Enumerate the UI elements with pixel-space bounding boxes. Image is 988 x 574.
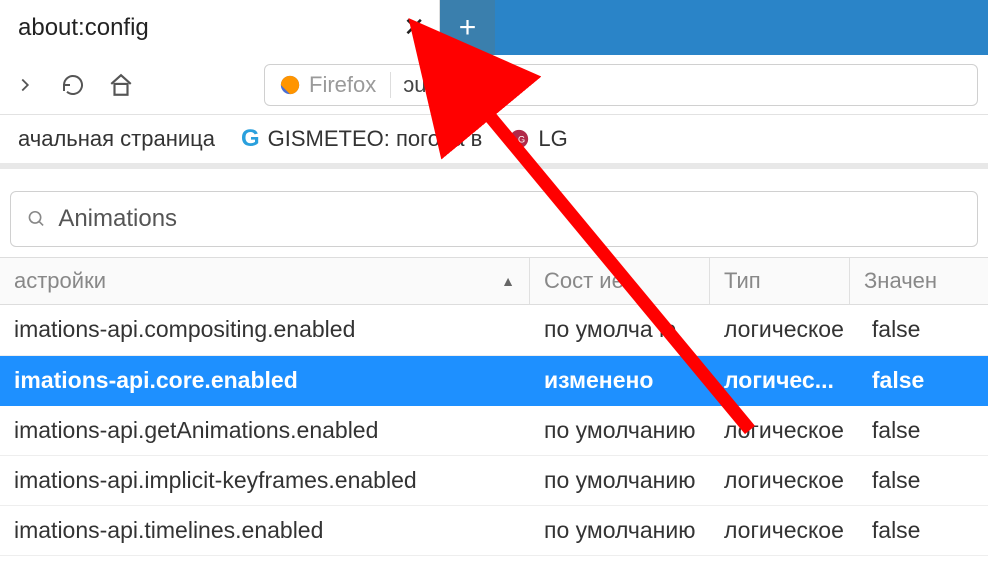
lg-icon: LG: [508, 128, 530, 150]
cell-value: false: [858, 355, 988, 405]
header-name[interactable]: астройки▲: [0, 258, 530, 304]
search-box[interactable]: [10, 191, 978, 247]
cell-type: логическое: [710, 405, 858, 455]
firefox-icon: [279, 74, 301, 96]
header-value[interactable]: Значен: [850, 258, 988, 304]
firefox-label: Firefox: [279, 72, 391, 98]
gismeteo-icon: G: [241, 125, 260, 153]
nav-toolbar: Firefox ɔut:config: [0, 55, 988, 115]
cell-name: imations-api.getAnimations.enabled: [0, 405, 530, 455]
cell-state: по умолчанию: [530, 405, 710, 455]
firefox-label-text: Firefox: [309, 72, 376, 98]
address-bar[interactable]: Firefox ɔut:config: [264, 64, 978, 106]
table-headers: астройки▲ Сост ие Тип Значен: [0, 257, 988, 305]
cell-value: false: [858, 305, 988, 355]
close-icon[interactable]: ✕: [403, 12, 425, 43]
cell-type: логичес...: [710, 355, 858, 405]
browser-tab[interactable]: about:config ✕: [0, 0, 440, 55]
new-tab-button[interactable]: +: [440, 0, 495, 55]
url-text: ɔut:config: [403, 72, 497, 98]
table-row[interactable]: imations-api.implicit-keyframes.enabledп…: [0, 455, 988, 505]
search-icon: [27, 209, 46, 229]
cell-state: по умолча ю: [530, 305, 710, 355]
cell-state: изменено: [530, 355, 710, 405]
bookmarks-bar: ачальная страница GGISMETEO: погода в LG…: [0, 115, 988, 163]
cell-value: false: [858, 405, 988, 455]
table-row[interactable]: imations-api.core.enabledизмененологичес…: [0, 355, 988, 405]
svg-text:LG: LG: [513, 135, 525, 145]
bookmark-lg[interactable]: LG LG: [508, 126, 567, 152]
cell-type: логическое: [710, 305, 858, 355]
header-state[interactable]: Сост ие: [530, 258, 710, 304]
header-type[interactable]: Тип: [710, 258, 850, 304]
tab-bar: about:config ✕ +: [0, 0, 988, 55]
config-table: imations-api.compositing.enabledпо умолч…: [0, 305, 988, 556]
cell-value: false: [858, 505, 988, 555]
sort-asc-icon: ▲: [501, 273, 515, 289]
cell-name: imations-api.core.enabled: [0, 355, 530, 405]
table-row[interactable]: imations-api.timelines.enabledпо умолчан…: [0, 505, 988, 555]
table-row[interactable]: imations-api.compositing.enabledпо умолч…: [0, 305, 988, 355]
table-row[interactable]: imations-api.getAnimations.enabledпо умо…: [0, 405, 988, 455]
home-button[interactable]: [106, 70, 136, 100]
cell-type: логическое: [710, 505, 858, 555]
config-content: астройки▲ Сост ие Тип Значен imations-ap…: [0, 163, 988, 556]
cell-value: false: [858, 455, 988, 505]
bookmark-home[interactable]: ачальная страница: [18, 126, 215, 152]
cell-name: imations-api.implicit-keyframes.enabled: [0, 455, 530, 505]
cell-name: imations-api.compositing.enabled: [0, 305, 530, 355]
search-input[interactable]: [58, 205, 961, 233]
forward-button[interactable]: [10, 70, 40, 100]
reload-button[interactable]: [58, 70, 88, 100]
cell-state: по умолчанию: [530, 505, 710, 555]
tab-title: about:config: [18, 14, 149, 42]
cell-state: по умолчанию: [530, 455, 710, 505]
cell-type: логическое: [710, 455, 858, 505]
bookmark-gismeteo[interactable]: GGISMETEO: погода в: [241, 125, 482, 153]
cell-name: imations-api.timelines.enabled: [0, 505, 530, 555]
